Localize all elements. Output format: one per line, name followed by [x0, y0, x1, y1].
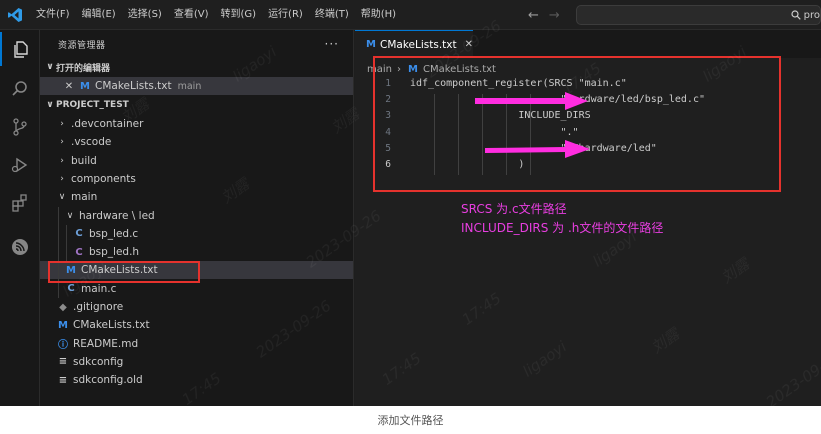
tree-item-label: build	[71, 154, 97, 167]
open-editors-section[interactable]: ∨ 打开的编辑器	[40, 58, 353, 76]
cmake-file-icon: M	[80, 80, 90, 92]
explorer-header: 资源管理器 ···	[40, 30, 353, 58]
menu-bar: 文件(F) 编辑(E) 选择(S) 查看(V) 转到(G) 运行(R) 终端(T) 帮助(H)	[30, 0, 402, 30]
forward-arrow-icon[interactable]: →	[549, 8, 560, 23]
explorer-sidebar: 资源管理器 ··· ∨ 打开的编辑器 ✕ M CMakeLists.txt ma…	[40, 30, 354, 406]
search-view-icon[interactable]	[0, 72, 40, 106]
extensions-icon[interactable]	[0, 186, 40, 220]
open-editor-folder: main	[177, 80, 202, 92]
vscode-window: 文件(F) 编辑(E) 选择(S) 查看(V) 转到(G) 运行(R) 终端(T) 帮助(H)…	[0, 0, 821, 406]
menu-item-1[interactable]: 编辑(E)	[76, 0, 122, 30]
chevron-right-icon: ›	[60, 155, 64, 166]
tree-folder[interactable]: ∨ hardware \ led	[40, 207, 353, 225]
tree-folder[interactable]: › .devcontainer	[40, 115, 353, 133]
search-icon	[791, 10, 801, 20]
tree-item-label: sdkconfig.old	[73, 374, 143, 387]
git-file-icon: ◆	[59, 301, 67, 313]
back-arrow-icon[interactable]: ←	[528, 8, 539, 23]
tree-folder[interactable]: ∨ main	[40, 188, 353, 206]
image-caption: 添加文件路径	[0, 406, 821, 434]
tree-folder[interactable]: › components	[40, 170, 353, 188]
menu-item-7[interactable]: 帮助(H)	[355, 0, 402, 30]
chevron-right-icon: ›	[60, 119, 64, 129]
menu-item-5[interactable]: 运行(R)	[262, 0, 309, 30]
cmake-file-icon: M	[58, 319, 68, 331]
chevron-down-icon: ∨	[46, 62, 54, 72]
chevron-down-icon: ∨	[58, 192, 66, 203]
chevron-down-icon: ∨	[66, 210, 74, 221]
menu-item-4[interactable]: 转到(G)	[215, 0, 263, 30]
config-file-icon: ≡	[58, 356, 68, 368]
menu-item-3[interactable]: 查看(V)	[168, 0, 215, 30]
tree-item-label: main	[71, 191, 98, 204]
editor-area: M CMakeLists.txt ✕ main › M CMakeLists.t…	[355, 30, 821, 406]
esp-idf-icon[interactable]	[0, 230, 40, 264]
explorer-icon[interactable]	[0, 32, 40, 66]
search-text: pro	[803, 9, 820, 21]
menu-item-6[interactable]: 终端(T)	[309, 0, 355, 30]
command-center-search[interactable]: pro	[576, 5, 821, 25]
menu-item-2[interactable]: 选择(S)	[122, 0, 168, 30]
open-editors-label: 打开的编辑器	[56, 63, 111, 74]
menu-item-0[interactable]: 文件(F)	[30, 0, 76, 30]
chevron-right-icon: ›	[60, 137, 64, 148]
tree-file[interactable]: ≡ sdkconfig	[40, 353, 353, 371]
indent-guide	[66, 224, 67, 262]
chevron-down-icon: ∨	[46, 100, 54, 110]
tree-item-label: sdkconfig	[73, 355, 124, 368]
tree-folder[interactable]: › .vscode	[40, 133, 353, 151]
open-editor-item[interactable]: ✕ M CMakeLists.txt main	[40, 77, 353, 95]
tree-item-label: CMakeLists.txt	[73, 319, 150, 332]
source-control-icon[interactable]	[0, 110, 40, 144]
run-debug-icon[interactable]	[0, 148, 40, 182]
close-icon[interactable]: ✕	[62, 81, 76, 92]
tree-folder[interactable]: › build	[40, 152, 353, 170]
project-section[interactable]: ∨ PROJECT_TEST	[40, 96, 353, 114]
info-icon: ⓘ	[58, 340, 68, 352]
tree-item-label: hardware \ led	[79, 209, 155, 222]
explorer-title: 资源管理器	[58, 40, 106, 51]
tree-item-label: .gitignore	[73, 301, 124, 313]
tree-item-label: bsp_led.c	[89, 227, 139, 240]
activity-bar	[0, 30, 40, 406]
annotation-srcs: SRCS 为.c文件路径	[461, 202, 567, 216]
h-file-icon: C	[75, 246, 83, 258]
vscode-logo-icon	[0, 0, 30, 30]
more-actions-icon[interactable]: ···	[325, 37, 339, 51]
tree-item-label: .vscode	[71, 136, 112, 149]
navigation-arrows: ← →	[528, 0, 560, 30]
tree-item-label: components	[71, 172, 136, 185]
tree-item-label: bsp_led.h	[89, 246, 140, 259]
tree-file[interactable]: ⓘ README.md	[40, 335, 353, 353]
tree-file[interactable]: Cbsp_led.c	[40, 225, 353, 243]
title-bar: 文件(F) 编辑(E) 选择(S) 查看(V) 转到(G) 运行(R) 终端(T) 帮助(H)…	[0, 0, 821, 30]
open-editor-name: CMakeLists.txt	[95, 80, 172, 92]
indent-guide	[58, 206, 59, 298]
c-file-icon: C	[75, 228, 83, 240]
tree-item-label: README.md	[73, 337, 139, 350]
config-file-icon: ≡	[58, 374, 68, 386]
chevron-right-icon: ›	[60, 173, 64, 184]
